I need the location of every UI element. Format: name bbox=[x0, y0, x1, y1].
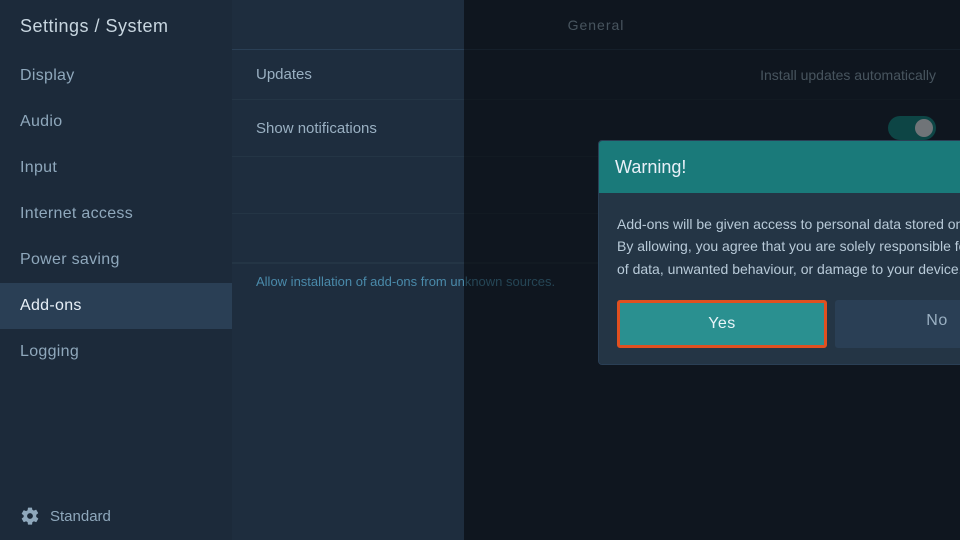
sidebar-item-label: Logging bbox=[20, 343, 79, 360]
yes-button[interactable]: Yes bbox=[617, 300, 827, 348]
sidebar-item-label: Add-ons bbox=[20, 297, 82, 314]
profile-label: Standard bbox=[50, 508, 111, 525]
dialog-body: Add-ons will be given access to personal… bbox=[599, 193, 960, 364]
sidebar-item-addons[interactable]: Add-ons bbox=[0, 283, 232, 329]
notifications-label: Show notifications bbox=[256, 120, 377, 137]
sidebar-item-label: Power saving bbox=[20, 251, 120, 268]
dialog-buttons: Yes No bbox=[617, 300, 960, 348]
sidebar-item-label: Audio bbox=[20, 113, 62, 130]
sidebar-item-logging[interactable]: Logging bbox=[0, 329, 232, 375]
dialog-header: Warning! K bbox=[599, 141, 960, 193]
sidebar-item-audio[interactable]: Audio bbox=[0, 99, 232, 145]
sidebar-item-label: Input bbox=[20, 159, 57, 176]
gear-icon bbox=[20, 506, 40, 526]
sidebar: Settings / System Display Audio Input In… bbox=[0, 0, 232, 540]
dialog-message: Add-ons will be given access to personal… bbox=[617, 213, 960, 280]
settings-title: Settings / System bbox=[0, 0, 232, 53]
main-content: General Updates Install updates automati… bbox=[232, 0, 960, 540]
sidebar-item-internet-access[interactable]: Internet access bbox=[0, 191, 232, 237]
sidebar-item-label: Display bbox=[20, 67, 75, 84]
updates-label: Updates bbox=[256, 66, 312, 83]
dialog-title: Warning! bbox=[615, 157, 686, 178]
sidebar-item-label: Internet access bbox=[20, 205, 133, 222]
dialog-overlay: Warning! K Add-ons will be given access … bbox=[464, 0, 960, 540]
sidebar-item-input[interactable]: Input bbox=[0, 145, 232, 191]
sidebar-footer: Standard bbox=[0, 492, 232, 540]
no-button[interactable]: No bbox=[835, 300, 960, 348]
sidebar-item-display[interactable]: Display bbox=[0, 53, 232, 99]
warning-dialog: Warning! K Add-ons will be given access … bbox=[598, 140, 960, 365]
sidebar-item-power-saving[interactable]: Power saving bbox=[0, 237, 232, 283]
